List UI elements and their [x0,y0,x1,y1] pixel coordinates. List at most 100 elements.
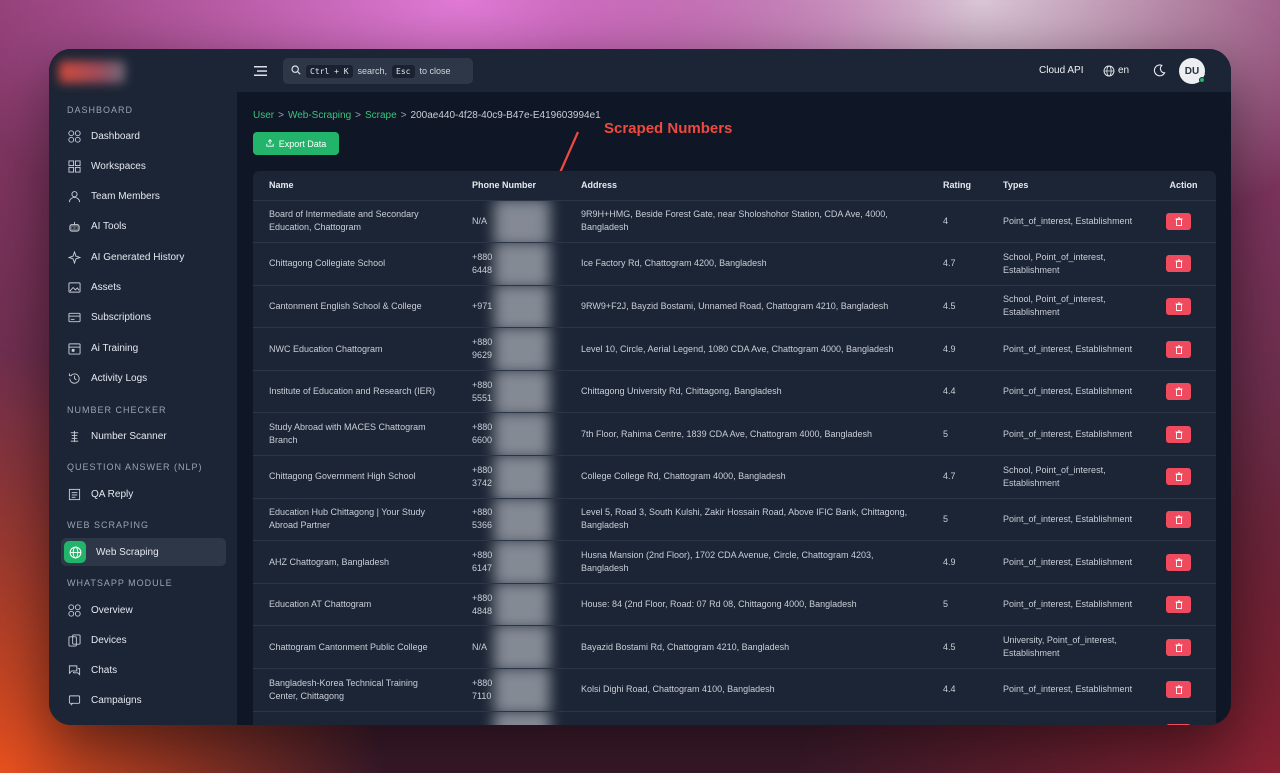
online-status-dot [1199,77,1205,83]
delete-button[interactable] [1166,255,1191,273]
delete-button[interactable] [1166,596,1191,614]
cell-action [1151,455,1216,499]
sidebar-item-label: Subscriptions [91,312,152,324]
robot-icon [68,220,81,233]
sidebar-item-team-members[interactable]: Team Members [61,183,226,211]
breadcrumb-user[interactable]: User [253,110,274,121]
delete-button[interactable] [1166,383,1191,401]
cell-phone: +880 9629 [456,327,565,371]
sidebar-item-activity-logs[interactable]: Activity Logs [61,364,226,392]
delete-button[interactable] [1166,681,1191,699]
sidebar-item-label: Assets [91,282,122,293]
trash-icon [1175,259,1183,269]
sidebar-item-assets[interactable]: Assets [61,274,226,302]
sidebar-item-qa-reply[interactable]: QA Reply [61,480,226,508]
cloud-api-link[interactable]: Cloud API [1039,65,1083,76]
trash-icon [1175,600,1183,610]
sidebar-item-label: QA Reply [91,488,134,500]
table-row: Study Abroad with MACES Chattogram Branc… [253,412,1216,457]
cell-address: Level 5, Road 3, South Kulshi, Zakir Hos… [565,498,927,542]
column-header-rating[interactable]: Rating [927,171,987,201]
sidebar-item-label: Overview [91,604,133,616]
trash-icon [1175,344,1183,354]
sidebar-item-campaigns[interactable]: Campaigns [61,687,226,715]
cell-name: Education AT Chattogram [253,583,456,627]
cell-address: House: 84 (2nd Floor, Road: 07 Rd 08, Ch… [565,583,927,627]
delete-button[interactable] [1166,340,1191,358]
table-row: Education Hub Chittagong | Your Study Ab… [253,498,1216,542]
trash-icon [1175,472,1183,482]
results-table: Name Phone Number Address Rating Types A… [253,171,1216,725]
globe-icon[interactable] [1103,64,1116,77]
cell-types: Point_of_interest, Establishment [987,583,1151,627]
sidebar-item-web-scraping[interactable]: Web Scraping [61,538,226,566]
breadcrumb-web-scraping[interactable]: Web-Scraping [288,110,351,121]
delete-button[interactable] [1166,212,1191,230]
cell-phone: +880 6600 [456,412,565,457]
sidebar-item-devices[interactable]: Devices [61,626,226,654]
cell-types: Point_of_interest, Establishment [987,327,1151,371]
brand-logo[interactable] [59,61,125,83]
cell-phone: +880 5366 [456,498,565,542]
cell-types [987,711,1151,725]
export-data-button[interactable]: Export Data [253,132,339,155]
search-input[interactable]: Ctrl + K search, Esc to close [283,58,473,84]
delete-button[interactable] [1166,510,1191,528]
breadcrumb-separator: > [355,110,361,121]
dark-mode-moon-icon[interactable] [1153,64,1166,77]
cell-name: Study Abroad with MACES Chattogram Branc… [253,412,456,457]
user-avatar[interactable]: DU [1179,58,1205,84]
sidebar-item-chats[interactable]: Chats [61,657,226,685]
breadcrumb-separator: > [400,110,407,121]
cell-types: University, Point_of_interest, Establish… [987,625,1151,670]
delete-button[interactable] [1166,468,1191,486]
cell-action [1151,285,1216,329]
cell-rating: 4.4 [927,370,987,414]
cell-rating: 4.4 [927,668,987,712]
sidebar-item-dashboard[interactable]: Dashboard [61,122,226,150]
column-header-types[interactable]: Types [987,171,1151,201]
sidebar-item-overview[interactable]: Overview [61,596,226,624]
cell-types: School, Point_of_interest, Establishment [987,285,1151,329]
cell-rating: 4.7 [927,455,987,499]
delete-button[interactable] [1166,723,1191,725]
column-header-action: Action [1151,171,1216,201]
delete-button[interactable] [1166,297,1191,315]
cell-name: Chattogram Cantonment Public College [253,625,456,670]
table-row: NWC Education Chattogram +880 9629 Level 10… [253,327,1216,371]
delete-button[interactable] [1166,638,1191,656]
breadcrumb: User > Web-Scraping > Scrape >200ae440-4f28-4… [253,110,601,121]
table-row: +880 1969Rahima Center, Level: 6, 1839 C… [253,711,1216,725]
sidebar-item-ai-training[interactable]: Ai Training [61,334,226,362]
delete-button[interactable] [1166,553,1191,571]
cell-action [1151,583,1216,627]
sidebar-item-label: Dashboard [91,130,140,142]
cell-address: 9R9H+HMG, Beside Forest Gate, near Sholo… [565,200,927,244]
squares-icon [68,160,81,173]
language-selector[interactable]: en [1118,65,1129,76]
column-header-address[interactable]: Address [565,171,927,201]
breadcrumb-separator: > [278,110,284,121]
cell-name: Chittagong Government High School [253,455,456,499]
delete-button[interactable] [1166,425,1191,443]
column-header-phone[interactable]: Phone Number [456,171,565,201]
cell-name: Cantonment English School & College [253,285,456,329]
sidebar-item-number-scanner[interactable]: Number Scanner [61,422,226,450]
sidebar-item-label: AI Generated History [91,251,185,263]
main-content: User > Web-Scraping > Scrape >200ae440-4f28-4… [237,92,1231,725]
menu-toggle-icon[interactable] [254,64,267,76]
breadcrumb-scrape[interactable]: Scrape [365,110,397,121]
sidebar-item-subscriptions[interactable]: Subscriptions [61,304,226,332]
card-icon [68,311,81,324]
nav-section-title: DASHBOARD [67,105,134,115]
app-window: DASHBOARD Dashboard Workspaces Team Members… [49,49,1231,725]
sidebar-item-label: Workspaces [91,160,146,172]
sidebar-item-ai-tools[interactable]: AI Tools [61,213,226,241]
cell-phone: +880 4848 [456,583,565,627]
column-header-name[interactable]: Name [253,171,456,201]
sidebar-item-label: Team Members [91,191,160,203]
cell-address: 9RW9+F2J, Bayzid Bostami, Unnamed Road, … [565,285,927,329]
sidebar-item-workspaces[interactable]: Workspaces [61,152,226,180]
sidebar-item-ai-generated-history[interactable]: AI Generated History [61,243,226,271]
cell-phone: +880 5551 [456,370,565,414]
